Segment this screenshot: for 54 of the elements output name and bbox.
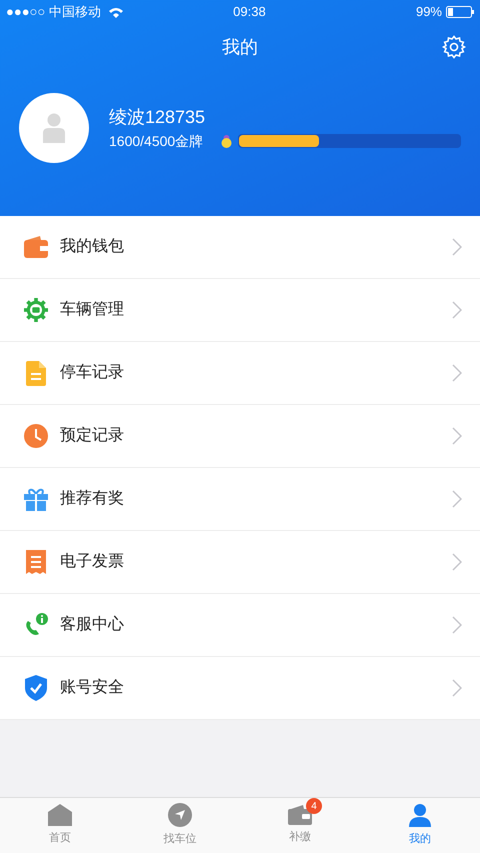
chevron-right-icon [452, 364, 462, 382]
phone-info-icon [24, 613, 48, 637]
gear-car-icon [24, 297, 48, 323]
medal-icon [221, 134, 232, 148]
menu-label: 预定记录 [60, 426, 125, 446]
menu-label: 我的钱包 [60, 236, 125, 257]
tab-label: 我的 [409, 832, 431, 848]
chevron-right-icon [452, 553, 462, 571]
menu-item[interactable]: 车辆管理 [0, 279, 480, 342]
clock-icon [24, 424, 48, 448]
chevron-right-icon [452, 679, 462, 697]
menu-item[interactable]: 推荐有奖 [0, 468, 480, 531]
document-icon [26, 360, 46, 386]
time-text: 09:38 [232, 3, 267, 22]
page-title: 我的 [222, 36, 258, 58]
tab[interactable]: 4 补缴 [240, 798, 360, 853]
person-icon [43, 113, 65, 143]
tab-label: 补缴 [289, 830, 311, 846]
chevron-right-icon [452, 238, 462, 256]
settings-icon[interactable] [442, 35, 466, 59]
carrier-text: ●●●○○ 中国移动 [6, 3, 101, 22]
menu-item[interactable]: 电子发票 [0, 531, 480, 594]
tab-label: 找车位 [164, 832, 196, 848]
menu-label: 停车记录 [60, 362, 125, 383]
battery-text: 99% [416, 3, 442, 22]
wallet-icon [24, 236, 48, 258]
wifi-icon [108, 6, 123, 18]
home-icon [48, 804, 72, 826]
gift-icon [24, 487, 48, 511]
battery-icon [446, 6, 474, 18]
menu-label: 客服中心 [60, 614, 125, 635]
chevron-right-icon [452, 490, 462, 508]
navigation-icon [168, 803, 192, 828]
menu-label: 账号安全 [60, 678, 125, 698]
menu-label: 车辆管理 [60, 300, 125, 320]
badge-count: 4 [306, 798, 322, 814]
receipt-icon [26, 550, 46, 574]
menu-label: 电子发票 [60, 552, 125, 572]
tab[interactable]: 我的 [360, 798, 480, 853]
person-icon [408, 803, 432, 828]
menu-item[interactable]: 停车记录 [0, 342, 480, 405]
chevron-right-icon [452, 427, 462, 445]
shield-check-icon [25, 675, 47, 701]
menu-item[interactable]: 我的钱包 [0, 216, 480, 279]
wallet-icon [288, 805, 312, 826]
user-name: 绫波128735 [109, 106, 206, 128]
menu-item[interactable]: 预定记录 [0, 405, 480, 468]
menu-item[interactable]: 账号安全 [0, 657, 480, 720]
menu-label: 推荐有奖 [60, 488, 125, 509]
chevron-right-icon [452, 616, 462, 634]
points-text: 1600/4500金牌 [109, 132, 204, 150]
chevron-right-icon [452, 301, 462, 319]
tab-label: 首页 [49, 831, 71, 846]
menu-item[interactable]: 客服中心 [0, 594, 480, 657]
